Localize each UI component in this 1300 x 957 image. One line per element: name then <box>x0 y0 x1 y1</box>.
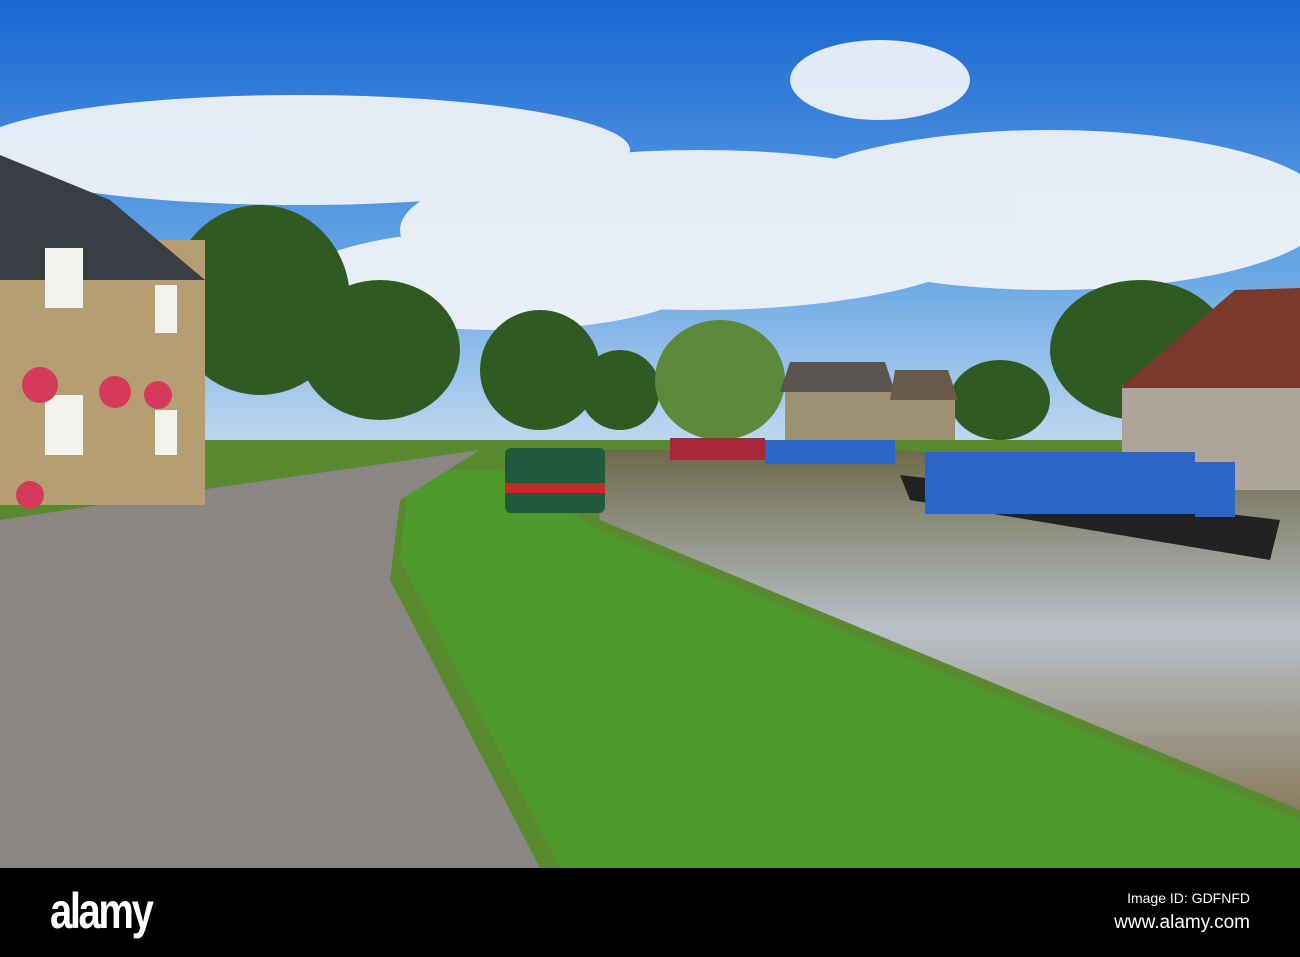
canal-scene-photo <box>0 0 1300 868</box>
image-id-label: Image ID: GDFNFD <box>1127 890 1250 906</box>
farmhouse <box>780 362 958 440</box>
watermark-footer: alamy Image ID: GDFNFD www.alamy.com <box>0 868 1300 957</box>
website-link: www.alamy.com <box>1114 912 1250 933</box>
alamy-logo: alamy <box>50 883 154 939</box>
